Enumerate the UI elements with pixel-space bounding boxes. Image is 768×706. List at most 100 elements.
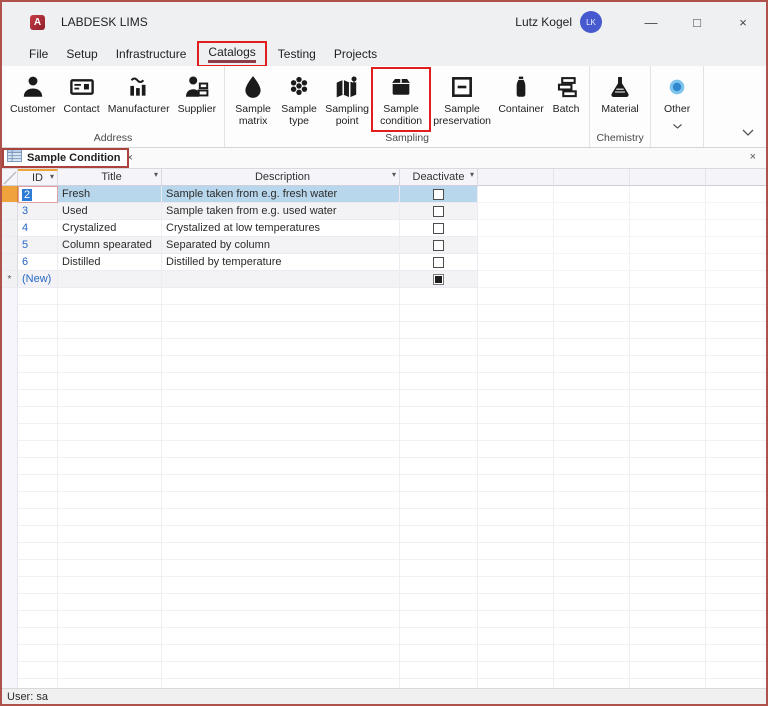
checkbox-default-filled[interactable] bbox=[433, 273, 444, 285]
sort-dropdown-icon[interactable]: ▾ bbox=[392, 170, 396, 179]
menu-item-catalogs[interactable]: Catalogs bbox=[197, 41, 267, 67]
title-cell[interactable]: Distilled bbox=[58, 254, 162, 271]
user-avatar[interactable]: LK bbox=[580, 11, 602, 33]
description-cell[interactable]: Crystalized at low temperatures bbox=[162, 220, 400, 237]
ribbon-collapse-chevron-icon[interactable] bbox=[742, 123, 754, 141]
checkbox-unchecked[interactable] bbox=[433, 188, 444, 200]
new-row-selector[interactable]: * bbox=[2, 271, 18, 288]
description-cell[interactable]: Sample taken from e.g. fresh water bbox=[162, 186, 400, 203]
deactivate-cell[interactable] bbox=[400, 220, 478, 237]
column-header-deactivate[interactable]: Deactivate ▾ bbox=[400, 169, 478, 186]
status-bar: User: sa bbox=[2, 688, 766, 704]
id-cell[interactable]: 3 bbox=[18, 203, 58, 220]
id-cell-editing[interactable]: 2 bbox=[18, 186, 58, 203]
honeycomb-icon bbox=[286, 72, 312, 102]
row-selector[interactable] bbox=[2, 254, 18, 271]
menu-item-testing[interactable]: Testing bbox=[269, 45, 325, 63]
contact-button[interactable]: Contact bbox=[61, 70, 103, 117]
menu-item-file[interactable]: File bbox=[20, 45, 57, 63]
other-dropdown-button[interactable]: Other bbox=[656, 70, 698, 136]
ribbon: Customer Contact Manufacturer Supplier A… bbox=[2, 66, 766, 148]
menu-item-setup[interactable]: Setup bbox=[57, 45, 106, 63]
description-cell[interactable]: Separated by column bbox=[162, 237, 400, 254]
new-record-row[interactable]: * (New) bbox=[2, 271, 766, 288]
sample-condition-button[interactable]: Sample condition bbox=[371, 66, 432, 133]
header-filler bbox=[706, 169, 766, 186]
deactivate-cell[interactable] bbox=[400, 271, 478, 288]
column-header-description[interactable]: Description ▾ bbox=[162, 169, 400, 186]
sample-type-button[interactable]: Sample type bbox=[278, 70, 320, 129]
close-button[interactable]: × bbox=[720, 2, 766, 42]
tab-sample-condition[interactable]: Sample Condition × bbox=[2, 148, 133, 168]
batch-button[interactable]: Batch bbox=[548, 70, 584, 117]
id-cell[interactable]: 5 bbox=[18, 237, 58, 254]
user-name: Lutz Kogel bbox=[515, 15, 572, 29]
app-window: A LABDESK LIMS Lutz Kogel LK — □ × File … bbox=[0, 0, 768, 706]
tabstrip-close-icon[interactable]: × bbox=[750, 151, 756, 163]
flask-icon bbox=[607, 72, 633, 102]
menu-item-infrastructure[interactable]: Infrastructure bbox=[107, 45, 196, 63]
row-selector-current[interactable] bbox=[2, 186, 18, 203]
container-button[interactable]: Container bbox=[496, 70, 546, 117]
title-bar: A LABDESK LIMS Lutz Kogel LK — □ × bbox=[2, 2, 766, 42]
row-selector[interactable] bbox=[2, 220, 18, 237]
maximize-button[interactable]: □ bbox=[674, 2, 720, 42]
description-cell[interactable] bbox=[162, 271, 400, 288]
menu-item-projects[interactable]: Projects bbox=[325, 45, 386, 63]
row-selector[interactable] bbox=[2, 237, 18, 254]
checkbox-unchecked[interactable] bbox=[433, 256, 444, 268]
deactivate-cell[interactable] bbox=[400, 237, 478, 254]
column-header-id[interactable]: ID ▾ bbox=[18, 169, 58, 186]
supplier-button[interactable]: Supplier bbox=[175, 70, 220, 117]
sort-dropdown-icon[interactable]: ▾ bbox=[470, 170, 474, 179]
customer-button[interactable]: Customer bbox=[7, 70, 59, 117]
table-row[interactable]: 4 Crystalized Crystalized at low tempera… bbox=[2, 220, 766, 237]
person-icon bbox=[20, 72, 46, 102]
id-cell[interactable]: (New) bbox=[18, 271, 58, 288]
group-label-chemistry: Chemistry bbox=[596, 132, 644, 144]
grid-header-row: ID ▾ Title ▾ Description ▾ Deactivate ▾ bbox=[2, 169, 766, 186]
deactivate-cell[interactable] bbox=[400, 254, 478, 271]
table-row[interactable]: 2 Fresh Sample taken from e.g. fresh wat… bbox=[2, 186, 766, 203]
table-row[interactable]: 5 Column spearated Separated by column bbox=[2, 237, 766, 254]
manufacturer-button[interactable]: Manufacturer bbox=[105, 70, 173, 117]
title-cell[interactable]: Used bbox=[58, 203, 162, 220]
material-button[interactable]: Material bbox=[595, 70, 645, 117]
table-row[interactable]: 6 Distilled Distilled by temperature bbox=[2, 254, 766, 271]
title-cell[interactable]: Crystalized bbox=[58, 220, 162, 237]
bottle-icon bbox=[508, 72, 534, 102]
description-cell[interactable]: Sample taken from e.g. used water bbox=[162, 203, 400, 220]
checkbox-unchecked[interactable] bbox=[433, 205, 444, 217]
deactivate-cell[interactable] bbox=[400, 186, 478, 203]
minimize-button[interactable]: — bbox=[628, 2, 674, 42]
description-cell[interactable]: Distilled by temperature bbox=[162, 254, 400, 271]
sampling-point-button[interactable]: Sampling point bbox=[322, 70, 372, 129]
package-icon bbox=[388, 72, 414, 102]
title-cell[interactable] bbox=[58, 271, 162, 288]
chevron-down-icon bbox=[672, 116, 682, 134]
sample-preservation-button[interactable]: Sample preservation bbox=[430, 70, 494, 129]
ribbon-group-other: Other bbox=[651, 66, 705, 147]
title-cell[interactable]: Fresh bbox=[58, 186, 162, 203]
checkbox-unchecked[interactable] bbox=[433, 222, 444, 234]
table-row[interactable]: 3 Used Sample taken from e.g. used water bbox=[2, 203, 766, 220]
person-boxes-icon bbox=[184, 72, 210, 102]
tab-close-icon[interactable]: × bbox=[127, 152, 133, 164]
title-cell[interactable]: Column spearated bbox=[58, 237, 162, 254]
droplet-icon bbox=[240, 72, 266, 102]
sort-dropdown-icon[interactable]: ▾ bbox=[50, 172, 54, 181]
select-all-corner[interactable] bbox=[2, 169, 18, 186]
group-label-address: Address bbox=[93, 132, 133, 144]
column-header-title[interactable]: Title ▾ bbox=[58, 169, 162, 186]
deactivate-cell[interactable] bbox=[400, 203, 478, 220]
sample-matrix-button[interactable]: Sample matrix bbox=[230, 70, 276, 129]
status-user: User: sa bbox=[7, 690, 48, 703]
document-tab-strip: Sample Condition × × bbox=[2, 148, 766, 169]
contact-card-icon bbox=[69, 72, 95, 102]
sort-dropdown-icon[interactable]: ▾ bbox=[154, 170, 158, 179]
sample-condition-grid: ID ▾ Title ▾ Description ▾ Deactivate ▾ bbox=[2, 169, 766, 688]
id-cell[interactable]: 4 bbox=[18, 220, 58, 237]
checkbox-unchecked[interactable] bbox=[433, 239, 444, 251]
id-cell[interactable]: 6 bbox=[18, 254, 58, 271]
row-selector[interactable] bbox=[2, 203, 18, 220]
